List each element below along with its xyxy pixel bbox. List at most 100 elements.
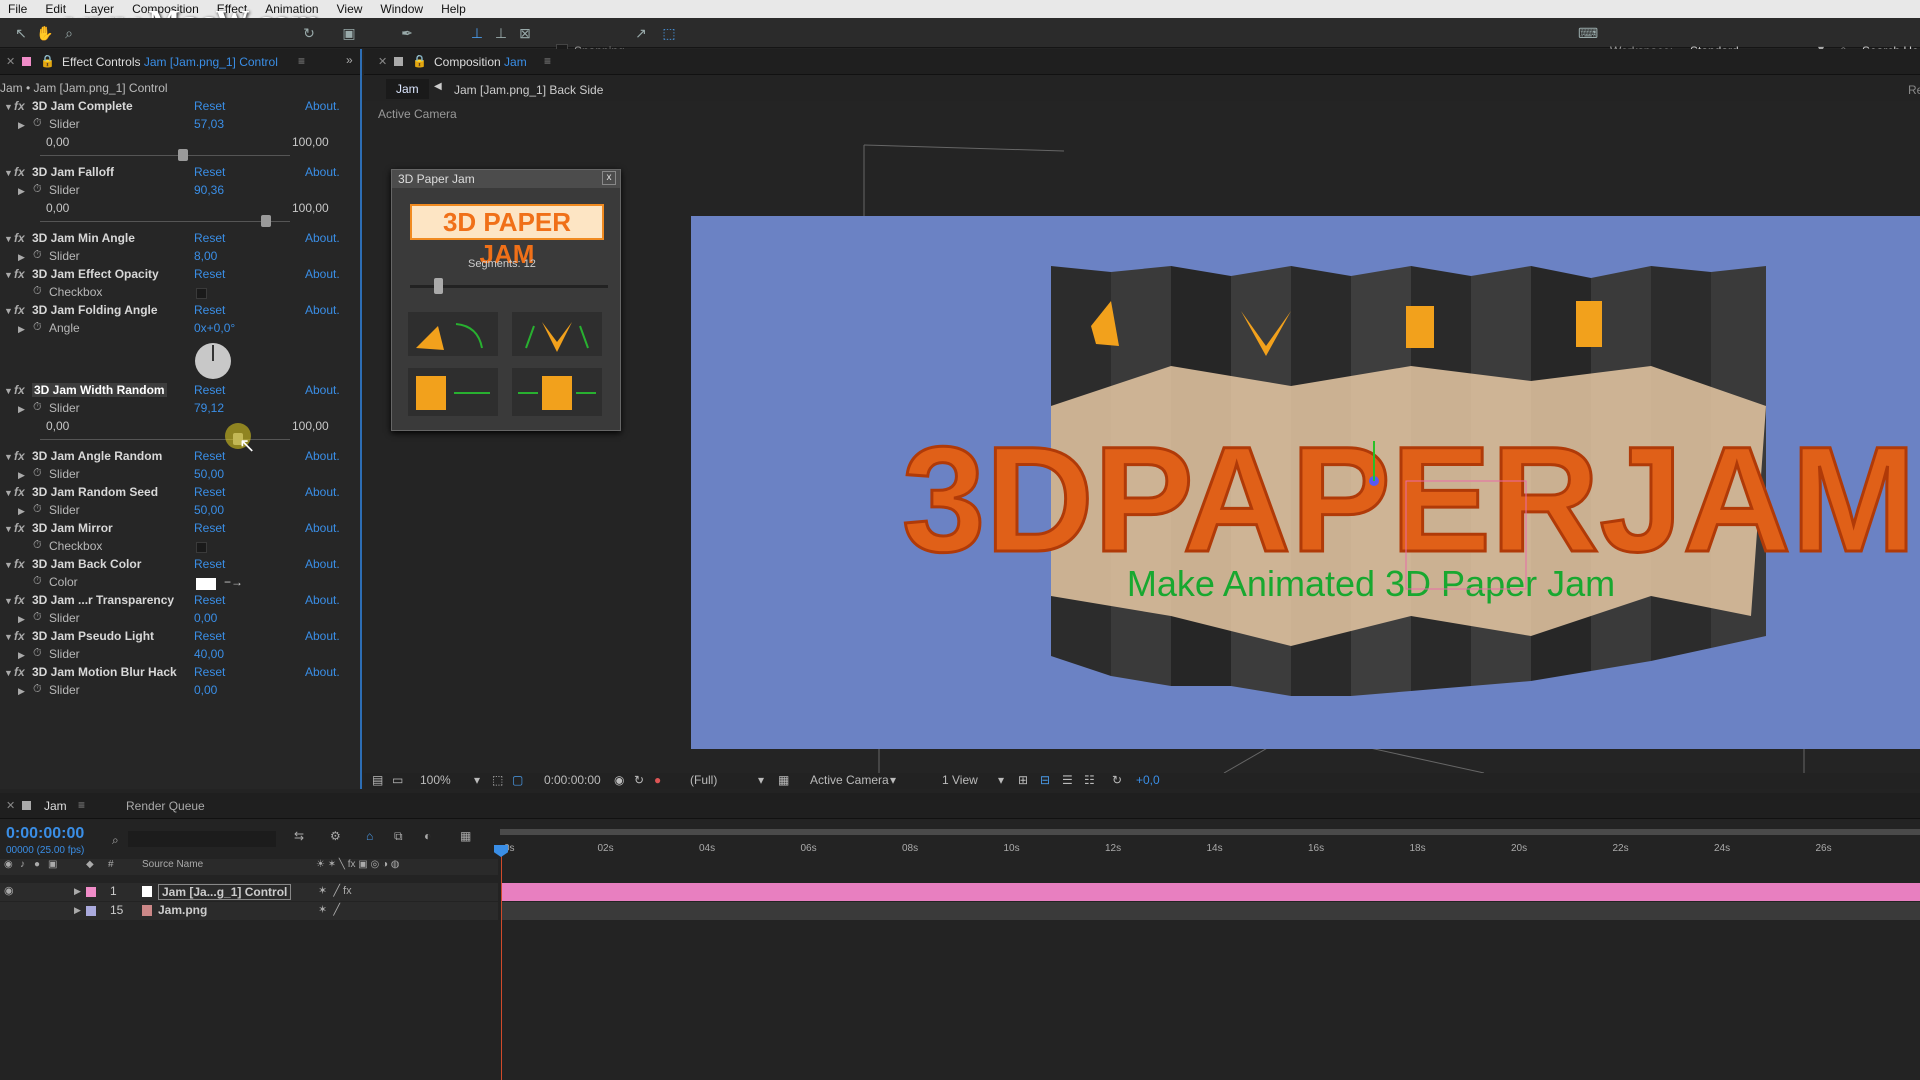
close-icon[interactable]: ✕ xyxy=(6,799,15,812)
lock-icon[interactable]: 🔒 xyxy=(40,54,55,68)
expand-triangle-icon[interactable]: ▶ xyxy=(18,650,25,661)
param-value[interactable]: 50,00 xyxy=(194,503,224,517)
param-value[interactable]: 8,00 xyxy=(194,249,217,263)
eyedropper-icon[interactable]: −→ xyxy=(224,575,243,589)
param-value[interactable]: 0,00 xyxy=(194,611,217,625)
local-axis-icon[interactable]: ⊥ xyxy=(468,24,486,42)
frame-blending-icon[interactable]: ⧉ xyxy=(394,829,403,844)
stopwatch-icon[interactable]: ⏱ xyxy=(33,183,42,196)
stopwatch-icon[interactable]: ⏱ xyxy=(33,539,42,552)
collapse-triangle-icon[interactable]: ▼ xyxy=(4,488,13,498)
collapse-triangle-icon[interactable]: ▼ xyxy=(4,596,13,606)
effect-row[interactable]: ▼ fx 3D Jam Effect Opacity Reset About. xyxy=(0,267,360,285)
reset-link[interactable]: Reset xyxy=(194,557,225,571)
effect-row[interactable]: ▼ fx 3D Jam Min Angle Reset About. xyxy=(0,231,360,249)
stopwatch-icon[interactable]: ⏱ xyxy=(33,401,42,414)
collapse-triangle-icon[interactable]: ▼ xyxy=(4,168,13,178)
param-value[interactable]: 40,00 xyxy=(194,647,224,661)
menu-view[interactable]: View xyxy=(329,2,373,16)
source-name-header[interactable]: Source Name xyxy=(142,859,203,870)
snapshot-icon[interactable]: ◉ xyxy=(614,773,624,787)
panel-overflow-icon[interactable]: » xyxy=(346,53,353,67)
draft-3d-icon[interactable]: ⚙ xyxy=(330,829,341,843)
panel-menu-icon[interactable]: ≡ xyxy=(78,798,85,812)
toggle-pixel-icon[interactable]: ⊞ xyxy=(1018,773,1028,787)
timeline-timecode[interactable]: 0:00:00:00 xyxy=(6,825,84,843)
fast-preview-icon[interactable]: ⊟ xyxy=(1040,773,1050,787)
shy-layers-icon[interactable]: ⌂ xyxy=(366,829,373,843)
param-value[interactable]: 57,03 xyxy=(194,117,224,131)
about-link[interactable]: About. xyxy=(305,521,340,535)
reset-link[interactable]: Reset xyxy=(194,665,225,679)
effect-row[interactable]: ▼ fx 3D Jam Random Seed Reset About. xyxy=(0,485,360,503)
chevron-left-icon[interactable]: ◀ xyxy=(434,81,442,92)
stopwatch-icon[interactable]: ⏱ xyxy=(33,647,42,660)
fx-toggle-icon[interactable]: fx xyxy=(14,231,25,245)
reset-link[interactable]: Reset xyxy=(194,267,225,281)
stopwatch-icon[interactable]: ⏱ xyxy=(33,683,42,696)
slider-thumb[interactable] xyxy=(177,149,188,161)
fx-toggle-icon[interactable]: fx xyxy=(14,99,25,113)
camera-select[interactable]: Active Camera xyxy=(810,773,889,787)
about-link[interactable]: About. xyxy=(305,629,340,643)
stack-center-button[interactable] xyxy=(512,368,602,416)
fx-toggle-icon[interactable]: fx xyxy=(14,383,25,397)
reset-link[interactable]: Reset xyxy=(194,521,225,535)
about-link[interactable]: About. xyxy=(305,449,340,463)
stack-left-button[interactable] xyxy=(408,368,498,416)
param-value[interactable]: 0x+0,0° xyxy=(194,321,235,335)
expand-triangle-icon[interactable]: ▶ xyxy=(18,252,25,263)
stopwatch-icon[interactable]: ⏱ xyxy=(33,249,42,262)
param-value[interactable]: 0,00 xyxy=(194,683,217,697)
stopwatch-icon[interactable]: ⏱ xyxy=(33,467,42,480)
label-icon[interactable]: ◆ xyxy=(86,859,94,870)
view-axis-icon[interactable]: ⊠ xyxy=(516,24,534,42)
fx-toggle-icon[interactable]: fx xyxy=(14,629,25,643)
zoom-select[interactable]: 100% xyxy=(420,773,451,787)
composition-tab[interactable]: Composition Jam xyxy=(434,55,527,69)
menu-file[interactable]: File xyxy=(0,2,37,16)
collapse-triangle-icon[interactable]: ▼ xyxy=(4,452,13,462)
fit-icon[interactable]: ⬚ xyxy=(492,773,503,787)
hand-tool-icon[interactable]: ✋ xyxy=(36,24,54,42)
reset-link[interactable]: Reset xyxy=(194,449,225,463)
collapse-triangle-icon[interactable]: ▼ xyxy=(4,102,13,112)
collapse-triangle-icon[interactable]: ▼ xyxy=(4,668,13,678)
channel-icon[interactable]: ● xyxy=(654,773,661,787)
audio-icon[interactable]: ♪ xyxy=(20,859,25,870)
close-icon[interactable]: x xyxy=(602,171,616,185)
solo-icon[interactable]: ● xyxy=(34,859,40,870)
chevron-down-icon[interactable]: ▾ xyxy=(998,773,1004,787)
layer-track-15[interactable] xyxy=(502,902,1920,920)
fold-center-button[interactable] xyxy=(512,312,602,356)
stopwatch-icon[interactable]: ⏱ xyxy=(33,321,42,334)
menu-help[interactable]: Help xyxy=(433,2,476,16)
show-snapshot-icon[interactable]: ↻ xyxy=(634,773,644,787)
about-link[interactable]: About. xyxy=(305,99,340,113)
effect-row[interactable]: ▼ fx 3D Jam Falloff Reset About. xyxy=(0,165,360,183)
eye-icon[interactable]: ◉ xyxy=(4,884,14,897)
effect-row[interactable]: ▼ fx 3D Jam Mirror Reset About. xyxy=(0,521,360,539)
viewer-timecode[interactable]: 0:00:00:00 xyxy=(544,773,601,787)
fx-toggle-icon[interactable]: fx xyxy=(14,557,25,571)
expand-triangle-icon[interactable]: ▶ xyxy=(18,404,25,415)
about-link[interactable]: About. xyxy=(305,165,340,179)
close-icon[interactable]: ✕ xyxy=(378,55,387,68)
chevron-down-icon[interactable]: ▾ xyxy=(890,773,896,787)
views-select[interactable]: 1 View xyxy=(942,773,978,787)
exposure-value[interactable]: +0,0 xyxy=(1136,773,1160,787)
comp-subtab-path[interactable]: Jam [Jam.png_1] Back Side xyxy=(454,83,603,97)
world-axis-icon[interactable]: ⊥ xyxy=(492,24,510,42)
resolution-select[interactable]: (Full) xyxy=(690,773,717,787)
graph-editor-icon[interactable]: ▦ xyxy=(460,829,471,843)
angle-dial[interactable] xyxy=(195,343,231,379)
reset-link[interactable]: Reset xyxy=(194,231,225,245)
stopwatch-icon[interactable]: ⏱ xyxy=(33,285,42,298)
panel-menu-icon[interactable]: ≡ xyxy=(298,54,305,68)
snap-edge-icon[interactable]: ↗ xyxy=(632,24,650,42)
layer-row[interactable]: ▶ 15 Jam.png ✶ ╱ xyxy=(0,902,498,920)
slider-thumb[interactable] xyxy=(260,215,271,227)
safe-area-icon[interactable]: ▢ xyxy=(512,773,523,787)
switches[interactable]: ✶ ╱ xyxy=(318,903,340,916)
snap-grid-icon[interactable]: ⬚ xyxy=(660,24,678,42)
